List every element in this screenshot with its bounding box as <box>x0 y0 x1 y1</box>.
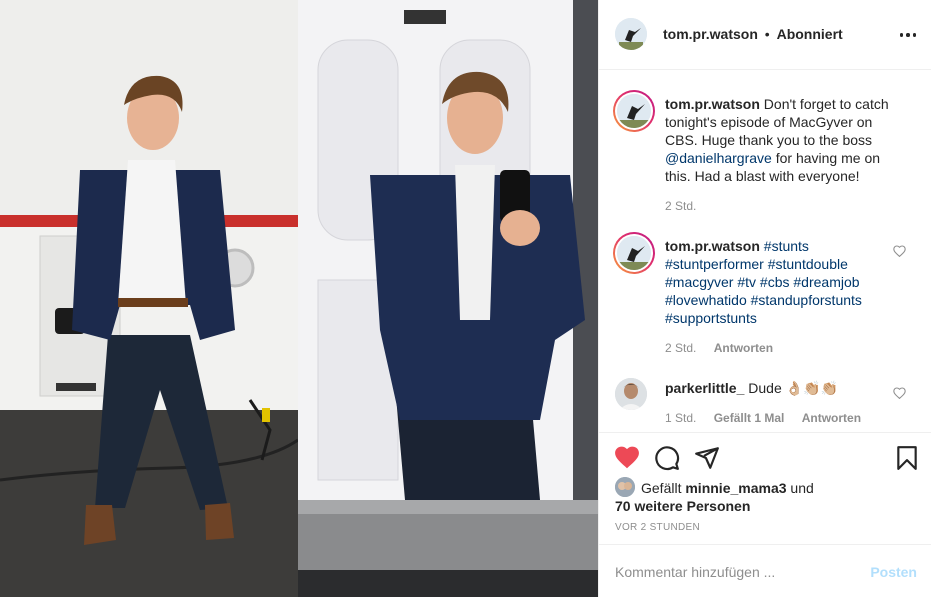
comment-avatar[interactable] <box>615 378 647 410</box>
post-header: tom.pr.watson • Abonniert <box>599 0 931 70</box>
post-image-collage <box>0 0 598 597</box>
likes-others-link[interactable]: 70 weitere Personen <box>615 498 750 514</box>
caption-username[interactable]: tom.pr.watson <box>665 96 760 112</box>
comment-icon[interactable] <box>654 445 680 471</box>
post-comment-button[interactable]: Posten <box>870 564 917 580</box>
likes-mid: und <box>786 480 814 496</box>
comment-username[interactable]: parkerlittle_ <box>665 380 744 396</box>
like-comment-heart-icon[interactable] <box>893 387 906 399</box>
add-comment-bar: Posten <box>599 544 931 597</box>
likes-prefix: Gefällt <box>641 480 686 496</box>
bookmark-icon[interactable] <box>894 445 920 471</box>
caption-avatar[interactable] <box>613 90 655 132</box>
comment-time: 1 Std. <box>665 411 697 425</box>
share-icon[interactable] <box>694 445 720 471</box>
like-comment-heart-icon[interactable] <box>893 245 906 257</box>
caption-meta: 2 Std. <box>665 199 710 213</box>
comment-text: parkerlittle_ Dude 👌🏼👏🏼👏🏼 <box>665 379 893 397</box>
likes-summary: Gefällt minnie_mama3 und 70 weitere Perso… <box>615 477 915 515</box>
caption-mention-link[interactable]: @danielhargrave <box>665 150 772 166</box>
post-photo[interactable] <box>0 0 598 597</box>
comment-avatar[interactable] <box>613 232 655 274</box>
author-username[interactable]: tom.pr.watson <box>663 26 758 42</box>
more-horizontal-icon[interactable] <box>898 25 918 45</box>
action-bar: Gefällt minnie_mama3 und 70 weitere Perso… <box>599 432 931 544</box>
caption-text: tom.pr.watson Don't forget to catch toni… <box>665 95 893 185</box>
comment-meta: 2 Std. Antworten <box>665 341 787 355</box>
heart-filled-icon[interactable] <box>614 445 640 471</box>
author-avatar[interactable] <box>615 18 647 50</box>
comment-time: 2 Std. <box>665 341 697 355</box>
comment-likes-button[interactable]: Gefällt 1 Mal <box>714 411 785 425</box>
follow-button[interactable]: Abonniert <box>777 26 843 42</box>
header-separator: • <box>764 26 770 42</box>
reply-button[interactable]: Antworten <box>714 341 773 355</box>
comment-meta: 1 Std. Gefällt 1 Mal Antworten <box>665 411 875 425</box>
reply-button[interactable]: Antworten <box>802 411 861 425</box>
post-timestamp: VOR 2 STUNDEN <box>615 522 701 533</box>
comments-list: tom.pr.watson Don't forget to catch toni… <box>599 71 931 432</box>
header-text: tom.pr.watson • Abonniert <box>663 26 843 42</box>
comment-body: Dude 👌🏼👏🏼👏🏼 <box>744 380 838 396</box>
caption-time: 2 Std. <box>665 199 697 213</box>
liker-avatar[interactable] <box>615 477 635 497</box>
comment-username[interactable]: tom.pr.watson <box>665 238 760 254</box>
liker-username[interactable]: minnie_mama3 <box>685 480 786 496</box>
post-sidebar: tom.pr.watson • Abonniert tom.pr.watson … <box>598 0 931 597</box>
comment-text: tom.pr.watson #stunts #stuntperformer #s… <box>665 237 893 327</box>
comment-input[interactable] <box>615 561 855 583</box>
